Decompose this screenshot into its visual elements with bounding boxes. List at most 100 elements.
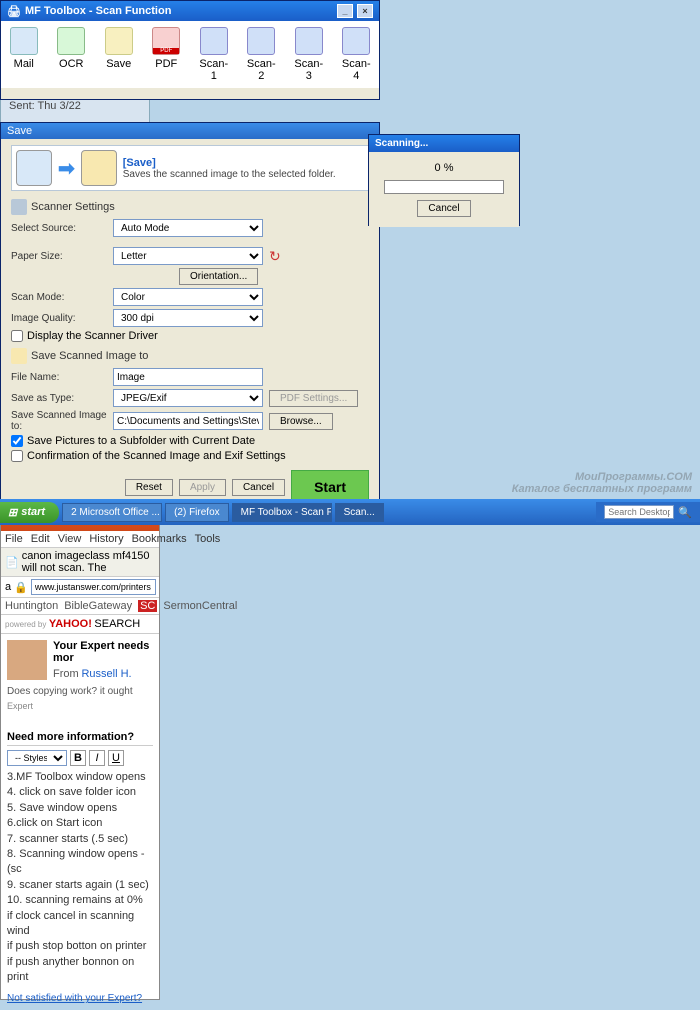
scanning-cancel-button[interactable]: Cancel xyxy=(417,200,470,217)
save-to-input[interactable] xyxy=(113,412,263,430)
tb-pdf[interactable]: PDF xyxy=(152,27,182,82)
need-more-heading: Need more information? xyxy=(7,731,153,746)
save-head-desc: Saves the scanned image to the selected … xyxy=(123,169,336,180)
browse-button[interactable]: Browse... xyxy=(269,413,333,430)
select-source-label: Select Source: xyxy=(11,223,107,234)
italic-button[interactable]: I xyxy=(89,750,105,766)
paper-size-label: Paper Size: xyxy=(11,251,107,262)
scanner-icon xyxy=(247,27,275,55)
file-name-label: File Name: xyxy=(11,372,107,383)
apply-button: Apply xyxy=(179,479,226,496)
tb-save[interactable]: Save xyxy=(104,27,134,82)
task-firefox[interactable]: (2) Firefox xyxy=(165,503,229,522)
taskbar: ⊞start 2 Microsoft Office ... (2) Firefo… xyxy=(0,499,700,525)
menu-view[interactable]: View xyxy=(58,533,82,545)
firefox-menubar: File Edit View History Bookmarks Tools xyxy=(1,531,159,548)
menu-bookmarks[interactable]: Bookmarks xyxy=(132,533,187,545)
arrow-icon: ➡ xyxy=(58,156,75,181)
gear-icon xyxy=(11,199,27,215)
copy-question: Does copying work? it ought xyxy=(7,686,153,697)
scanning-titlebar[interactable]: Scanning... xyxy=(369,135,519,152)
tb-scan2[interactable]: Scan-2 xyxy=(247,27,277,82)
search-icon[interactable]: 🔍 xyxy=(678,506,692,519)
start-button[interactable]: ⊞start xyxy=(0,502,59,523)
bm-sermoncentral[interactable]: SermonCentral xyxy=(163,600,237,612)
mf-toolbox-window: 🖨 MF Toolbox - Scan Function _ × Mail OC… xyxy=(0,0,380,100)
save-as-dropdown[interactable]: JPEG/Exif xyxy=(113,389,263,407)
sent-value: Thu 3/22 xyxy=(37,100,80,112)
mail-icon xyxy=(10,27,38,55)
menu-tools[interactable]: Tools xyxy=(195,533,221,545)
save-icon xyxy=(105,27,133,55)
subfolder-checkbox[interactable] xyxy=(11,435,23,447)
pdf-icon xyxy=(152,27,180,55)
desktop-search-input[interactable] xyxy=(604,505,674,519)
save-titlebar[interactable]: Save xyxy=(1,123,379,139)
amazon-icon[interactable]: a xyxy=(5,581,11,593)
tb-scan3[interactable]: Scan-3 xyxy=(294,27,324,82)
menu-edit[interactable]: Edit xyxy=(31,533,50,545)
firefox-tab[interactable]: 📄canon imageclass mf4150 will not scan. … xyxy=(1,548,159,577)
toolbox-title: MF Toolbox - Scan Function xyxy=(25,5,171,17)
bm-biblegateway[interactable]: BibleGateway xyxy=(64,600,132,612)
close-icon[interactable]: × xyxy=(357,4,373,18)
scanner-icon xyxy=(200,27,228,55)
expert-name-link[interactable]: Russell H. xyxy=(81,668,131,680)
orientation-button[interactable]: Orientation... xyxy=(179,268,258,285)
save-to-section: Save Scanned Image to xyxy=(11,348,369,364)
folder-icon xyxy=(11,348,27,364)
windows-icon: ⊞ xyxy=(8,506,17,519)
scan-mode-label: Scan Mode: xyxy=(11,292,107,303)
expert-badge: Expert xyxy=(7,701,153,711)
tb-scan4[interactable]: Scan-4 xyxy=(342,27,372,82)
rotate-icon[interactable]: ↻ xyxy=(269,248,281,265)
lock-icon: 🔒 xyxy=(14,581,28,594)
task-toolbox[interactable]: MF Toolbox - Scan F... xyxy=(232,503,332,522)
pdf-settings-button: PDF Settings... xyxy=(269,390,358,407)
image-quality-dropdown[interactable]: 300 dpi xyxy=(113,309,263,327)
not-satisfied-link[interactable]: Not satisfied with your Expert? xyxy=(7,993,153,1004)
menu-file[interactable]: File xyxy=(5,533,23,545)
cancel-button[interactable]: Cancel xyxy=(232,479,285,496)
yahoo-search-bar: powered by YAHOO! SEARCH xyxy=(1,615,159,634)
toolbox-titlebar[interactable]: 🖨 MF Toolbox - Scan Function _ × xyxy=(1,1,379,21)
save-window: Save ➡ [Save] Saves the scanned image to… xyxy=(0,122,380,502)
url-input[interactable] xyxy=(31,579,156,595)
scanner-icon xyxy=(295,27,323,55)
scanner-settings-section: Scanner Settings xyxy=(11,199,369,215)
scanner-icon xyxy=(342,27,370,55)
printer-icon: 🖨 xyxy=(7,5,21,18)
watermark: МоиПрограммы.COM Каталог бесплатных прог… xyxy=(512,471,692,495)
sent-label: Sent: xyxy=(9,100,35,112)
minimize-icon[interactable]: _ xyxy=(337,4,353,18)
system-tray[interactable]: 🔍 xyxy=(596,502,700,522)
file-name-input[interactable] xyxy=(113,368,263,386)
steps-list: 3.MF Toolbox window opens4. click on sav… xyxy=(7,770,153,985)
confirm-checkbox[interactable] xyxy=(11,450,23,462)
tb-mail[interactable]: Mail xyxy=(9,27,39,82)
save-as-label: Save as Type: xyxy=(11,393,107,404)
reset-button[interactable]: Reset xyxy=(125,479,173,496)
tb-scan1[interactable]: Scan-1 xyxy=(199,27,229,82)
display-driver-checkbox[interactable] xyxy=(11,330,23,342)
underline-button[interactable]: U xyxy=(108,750,124,766)
styles-dropdown[interactable]: -- Styles -- xyxy=(7,750,67,766)
bold-button[interactable]: B xyxy=(70,750,86,766)
folder-big-icon xyxy=(81,150,117,186)
bm-huntington[interactable]: Huntington xyxy=(5,600,58,612)
task-office[interactable]: 2 Microsoft Office ... xyxy=(62,503,162,522)
save-to-label: Save Scanned Image to: xyxy=(11,410,107,432)
image-quality-label: Image Quality: xyxy=(11,313,107,324)
tb-ocr[interactable]: OCR xyxy=(57,27,87,82)
select-source-dropdown[interactable]: Auto Mode xyxy=(113,219,263,237)
menu-history[interactable]: History xyxy=(89,533,123,545)
scanning-dialog: Scanning... 0 % Cancel xyxy=(368,134,520,226)
ocr-icon xyxy=(57,27,85,55)
firefox-window: 🦊canon imageclass mf4150 will not scan F… xyxy=(0,500,160,1000)
scanning-percent: 0 % xyxy=(379,162,509,174)
paper-size-dropdown[interactable]: Letter xyxy=(113,247,263,265)
task-scan[interactable]: Scan... xyxy=(335,503,384,522)
progress-bar xyxy=(384,180,504,194)
expert-avatar xyxy=(7,640,47,680)
scan-mode-dropdown[interactable]: Color xyxy=(113,288,263,306)
